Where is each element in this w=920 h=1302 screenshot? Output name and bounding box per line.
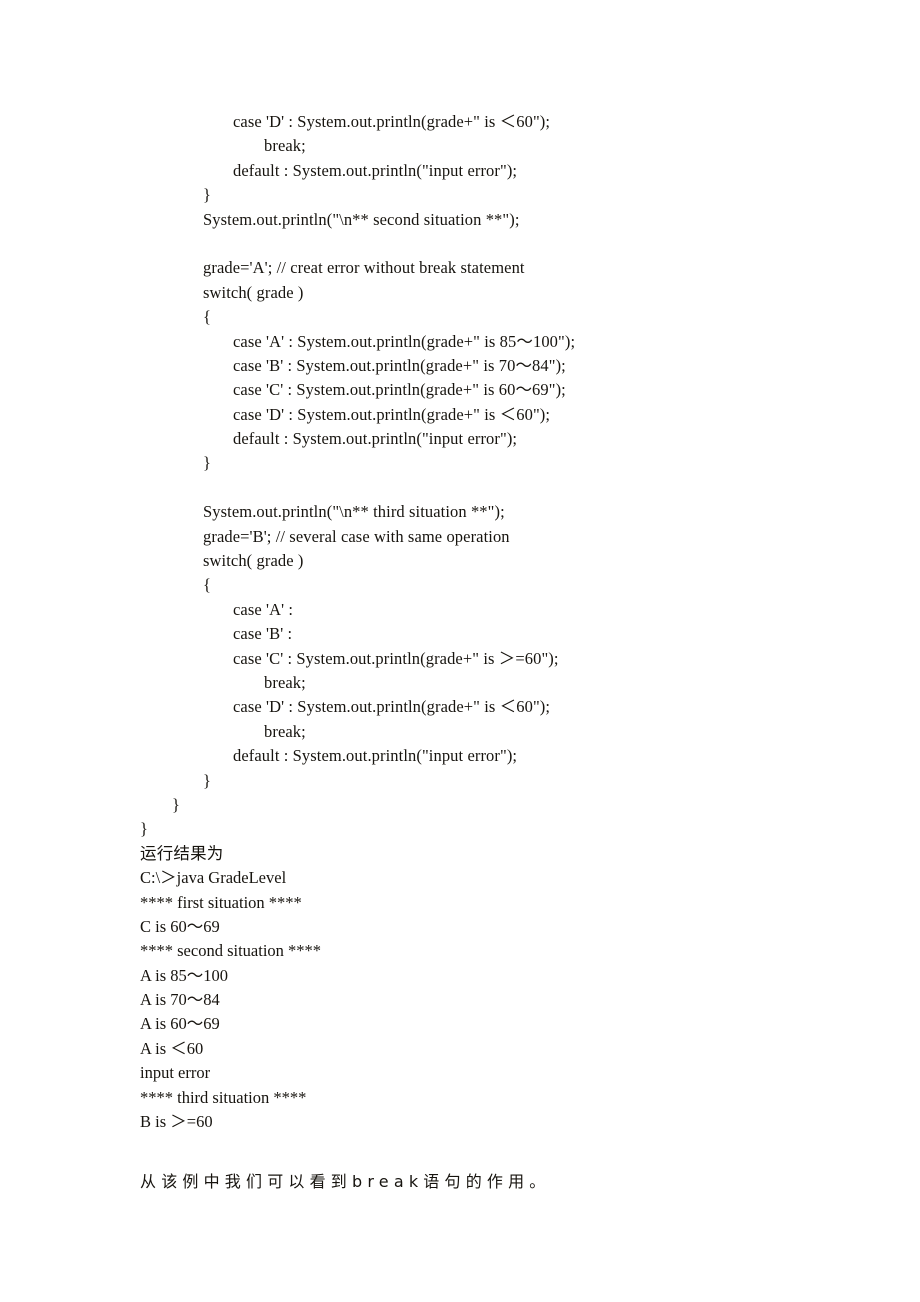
console-output-line: C is 60～69	[140, 916, 220, 936]
code-line: case 'C' : System.out.println(grade+" is…	[233, 648, 559, 668]
code-line: case 'D' : System.out.println(grade+" is…	[233, 112, 551, 131]
java-code-block: case 'D' : System.out.println(grade+" is…	[140, 110, 800, 842]
console-output-line: B is ＞=60	[140, 1112, 213, 1132]
code-line: case 'B' :	[233, 624, 293, 644]
code-line: }	[203, 453, 212, 473]
code-line: case 'A' : System.out.println(grade+" is…	[233, 331, 576, 351]
console-output-line: **** first situation ****	[140, 892, 302, 912]
code-line: case 'C' : System.out.println(grade+" is…	[233, 380, 566, 400]
code-line: {	[203, 575, 212, 595]
code-line: break;	[264, 672, 306, 692]
code-line: break;	[264, 136, 306, 156]
code-line: System.out.println("\n** third situation…	[203, 502, 505, 522]
code-line: break;	[264, 721, 306, 741]
code-line: {	[203, 307, 212, 327]
code-line: case 'A' :	[233, 599, 294, 619]
code-line: case 'D' : System.out.println(grade+" is…	[233, 404, 551, 424]
code-line: default : System.out.println("input erro…	[233, 429, 518, 449]
console-output-line: A is 60～69	[140, 1014, 220, 1034]
console-output-line: A is ＜60	[140, 1038, 204, 1058]
console-output-line: input error	[140, 1063, 211, 1083]
code-line: switch( grade )	[203, 551, 304, 571]
console-output-line: C:\＞java GradeLevel	[140, 868, 287, 888]
code-line: grade='A'; // creat error without break …	[203, 258, 525, 278]
code-line: }	[140, 819, 149, 839]
closing-paragraph: 从该例中我们可以看到break语句的作用。	[140, 1171, 551, 1191]
code-line: }	[203, 185, 212, 205]
result-heading: 运行结果为	[140, 843, 224, 863]
console-output-block: C:\＞java GradeLevel **** first situation …	[140, 866, 800, 1134]
code-line: System.out.println("\n** second situatio…	[203, 209, 520, 229]
page-content: case 'D' : System.out.println(grade+" is…	[140, 110, 800, 1194]
document-page: case 'D' : System.out.println(grade+" is…	[0, 0, 920, 1302]
console-output-line: A is 85～100	[140, 965, 229, 985]
code-line: }	[172, 794, 181, 814]
code-line: switch( grade )	[203, 282, 304, 302]
code-line: grade='B'; // several case with same ope…	[203, 526, 510, 546]
code-line: case 'B' : System.out.println(grade+" is…	[233, 355, 566, 375]
code-line: default : System.out.println("input erro…	[233, 160, 518, 180]
console-output-line: **** second situation ****	[140, 941, 322, 961]
code-line: default : System.out.println("input erro…	[233, 746, 518, 766]
console-output-line: **** third situation ****	[140, 1087, 307, 1107]
code-line: }	[203, 770, 212, 790]
code-line: case 'D' : System.out.println(grade+" is…	[233, 697, 551, 717]
console-output-line: A is 70～84	[140, 990, 220, 1010]
